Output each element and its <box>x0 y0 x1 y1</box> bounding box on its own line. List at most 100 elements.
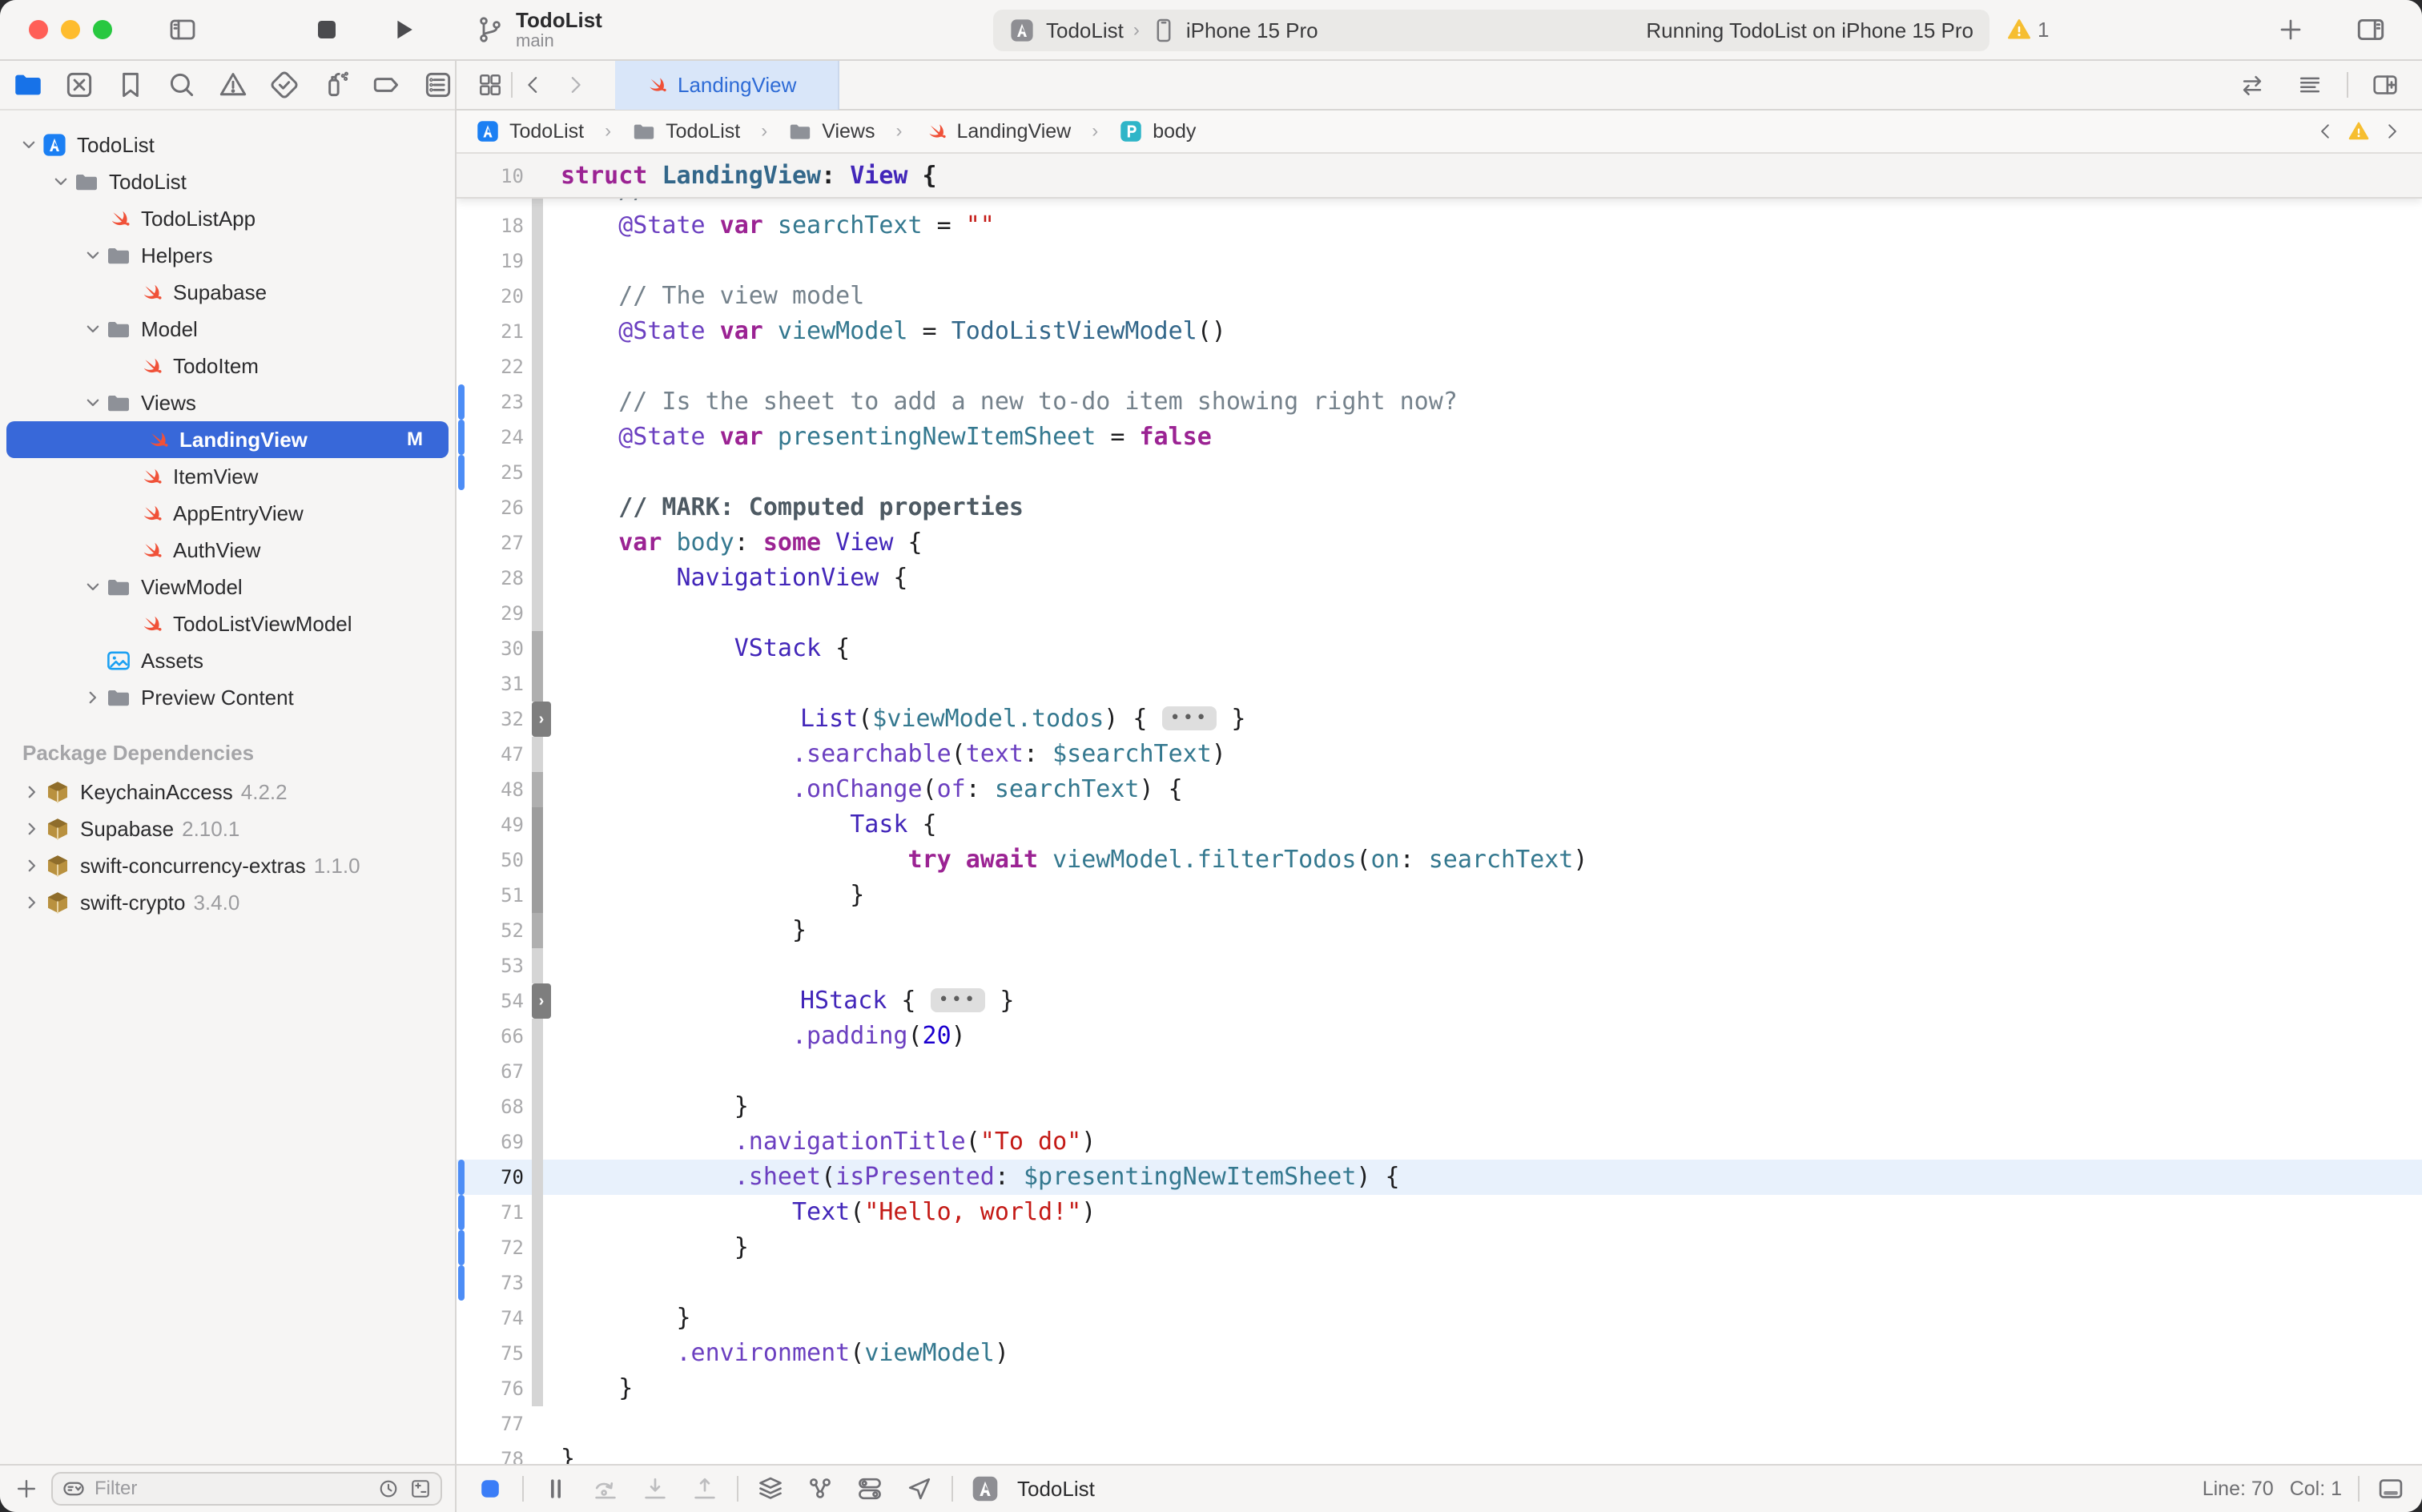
sourcecontrol-status-filter-icon[interactable] <box>408 1477 432 1501</box>
minimize-window-button[interactable] <box>61 20 80 39</box>
package-item-keychainaccess[interactable]: KeychainAccess4.2.2 <box>0 774 455 810</box>
sidebar-item-model[interactable]: Model <box>0 311 455 348</box>
related-items-button[interactable] <box>469 64 511 106</box>
package-item-swift-crypto[interactable]: swift-crypto3.4.0 <box>0 884 455 921</box>
scheme-name[interactable]: TodoList <box>1046 18 1124 43</box>
toggle-sidebar-button[interactable] <box>160 7 205 52</box>
package-item-supabase[interactable]: Supabase2.10.1 <box>0 810 455 847</box>
sidebar-item-supabase[interactable]: Supabase <box>0 274 455 311</box>
sidebar-tab-breakpoint-navigator[interactable] <box>370 68 404 102</box>
sidebar-tab-issue-navigator[interactable] <box>216 68 250 102</box>
breadcrumb-item-views[interactable]: Views <box>788 119 875 143</box>
code-line-30[interactable]: 30 VStack { <box>457 631 2422 666</box>
breadcrumb-item-todolist[interactable]: TodoList <box>476 119 584 143</box>
breadcrumb-item-todolist[interactable]: TodoList <box>632 119 740 143</box>
editor-options-button[interactable] <box>2348 7 2393 52</box>
code-line-22[interactable]: 22 <box>457 349 2422 384</box>
sidebar-tab-project-navigator[interactable] <box>11 68 45 102</box>
sidebar-item-todolist[interactable]: TodoList <box>0 163 455 200</box>
zoom-window-button[interactable] <box>93 20 112 39</box>
column-indicator[interactable]: Col: 1 <box>2290 1478 2342 1501</box>
chevron-right-icon[interactable] <box>80 685 106 710</box>
simulate-location-button[interactable] <box>902 1471 937 1506</box>
chevron-down-icon[interactable] <box>16 132 42 158</box>
code-line-75[interactable]: 75 .environment(viewModel) <box>457 1336 2422 1371</box>
sidebar-item-viewmodel[interactable]: ViewModel <box>0 569 455 605</box>
code-line-72[interactable]: 72 } <box>457 1230 2422 1265</box>
stop-button[interactable] <box>304 7 349 52</box>
chevron-down-icon[interactable] <box>80 574 106 600</box>
code-line-74[interactable]: 74 } <box>457 1301 2422 1336</box>
source-editor[interactable]: 17 // The search text18 @State var searc… <box>457 154 2422 1464</box>
sidebar-item-itemview[interactable]: ItemView <box>0 458 455 495</box>
sidebar-tab-bookmark-navigator[interactable] <box>114 68 147 102</box>
code-line-24[interactable]: 24 @State var presentingNewItemSheet = f… <box>457 420 2422 455</box>
issue-warning-icon[interactable] <box>2347 119 2371 143</box>
code-line-70[interactable]: 70 .sheet(isPresented: $presentingNewIte… <box>457 1160 2422 1195</box>
code-line-76[interactable]: 76 } <box>457 1371 2422 1406</box>
sidebar-item-preview-content[interactable]: Preview Content <box>0 679 455 716</box>
code-line-20[interactable]: 20 // The view model <box>457 279 2422 314</box>
recent-files-icon[interactable] <box>376 1477 400 1501</box>
filter-field[interactable]: Filter <box>51 1472 442 1506</box>
pause-button[interactable] <box>538 1471 573 1506</box>
chevron-down-icon[interactable] <box>80 243 106 268</box>
chevron-right-icon[interactable] <box>19 816 45 842</box>
chevron-right-icon[interactable] <box>19 890 45 915</box>
sidebar-item-helpers[interactable]: Helpers <box>0 237 455 274</box>
sidebar-item-todoitem[interactable]: TodoItem <box>0 348 455 384</box>
code-line-26[interactable]: 26 // MARK: Computed properties <box>457 490 2422 525</box>
sidebar-tab-debug-navigator[interactable] <box>319 68 352 102</box>
code-line-51[interactable]: 51 } <box>457 878 2422 913</box>
breadcrumb-item-landingview[interactable]: LandingView <box>923 119 1072 143</box>
previous-issue-icon[interactable] <box>2315 120 2337 143</box>
add-editor-button[interactable] <box>2364 64 2406 106</box>
code-line-28[interactable]: 28 NavigationView { <box>457 561 2422 596</box>
folded-code-pill[interactable]: ••• <box>1162 706 1217 730</box>
chevron-right-icon[interactable] <box>19 779 45 805</box>
adjust-editor-button[interactable] <box>2289 64 2331 106</box>
sidebar-item-authview[interactable]: AuthView <box>0 532 455 569</box>
sidebar-tab-source-control-navigator[interactable] <box>62 68 96 102</box>
code-line-19[interactable]: 19 <box>457 243 2422 279</box>
line-indicator[interactable]: Line: 70 <box>2203 1478 2274 1501</box>
code-line-49[interactable]: 49 Task { <box>457 807 2422 842</box>
code-line-18[interactable]: 18 @State var searchText = "" <box>457 208 2422 243</box>
breadcrumb-item-body[interactable]: body <box>1119 119 1196 143</box>
code-line-10[interactable]: 10struct LandingView: View { <box>457 154 937 189</box>
memory-graph-button[interactable] <box>803 1471 838 1506</box>
code-line-47[interactable]: 47 .searchable(text: $searchText) <box>457 737 2422 772</box>
new-tab-button[interactable] <box>2268 7 2313 52</box>
dock-bottom-icon[interactable] <box>2376 1474 2406 1504</box>
sidebar-item-views[interactable]: Views <box>0 384 455 421</box>
go-forward-button[interactable] <box>554 64 596 106</box>
running-app-badge[interactable] <box>968 1471 1003 1506</box>
code-line-52[interactable]: 52 } <box>457 913 2422 948</box>
code-line-21[interactable]: 21 @State var viewModel = TodoListViewMo… <box>457 314 2422 349</box>
code-line-50[interactable]: 50 try await viewModel.filterTodos(on: s… <box>457 842 2422 878</box>
code-line-29[interactable]: 29 <box>457 596 2422 631</box>
code-line-68[interactable]: 68 } <box>457 1089 2422 1124</box>
close-window-button[interactable] <box>29 20 48 39</box>
sidebar-item-landingview[interactable]: LandingViewM <box>6 421 449 458</box>
code-review-button[interactable] <box>2231 64 2273 106</box>
sidebar-tab-report-navigator[interactable] <box>421 68 455 102</box>
tab-landingview[interactable]: LandingView <box>615 60 839 110</box>
scheme-selector[interactable]: TodoList › iPhone 15 Pro Running TodoLis… <box>993 10 1990 51</box>
chevron-down-icon[interactable] <box>80 390 106 416</box>
code-line-32[interactable]: 32› List($viewModel.todos) { ••• } <box>457 702 2422 737</box>
go-back-button[interactable] <box>513 64 554 106</box>
code-line-23[interactable]: 23 // Is the sheet to add a new to-do it… <box>457 384 2422 420</box>
view-hierarchy-button[interactable] <box>753 1471 788 1506</box>
code-line-66[interactable]: 66 .padding(20) <box>457 1019 2422 1054</box>
sidebar-item-todolistapp[interactable]: TodoListApp <box>0 200 455 237</box>
code-line-31[interactable]: 31 <box>457 666 2422 702</box>
sidebar-item-appentryview[interactable]: AppEntryView <box>0 495 455 532</box>
sidebar-item-todolist[interactable]: TodoList <box>0 127 455 163</box>
chevron-down-icon[interactable] <box>48 169 74 195</box>
environment-overrides-button[interactable] <box>852 1471 887 1506</box>
code-line-67[interactable]: 67 <box>457 1054 2422 1089</box>
sidebar-item-todolistviewmodel[interactable]: TodoListViewModel <box>0 605 455 642</box>
sidebar-tab-find-navigator[interactable] <box>165 68 199 102</box>
sidebar-tab-test-navigator[interactable] <box>268 68 301 102</box>
